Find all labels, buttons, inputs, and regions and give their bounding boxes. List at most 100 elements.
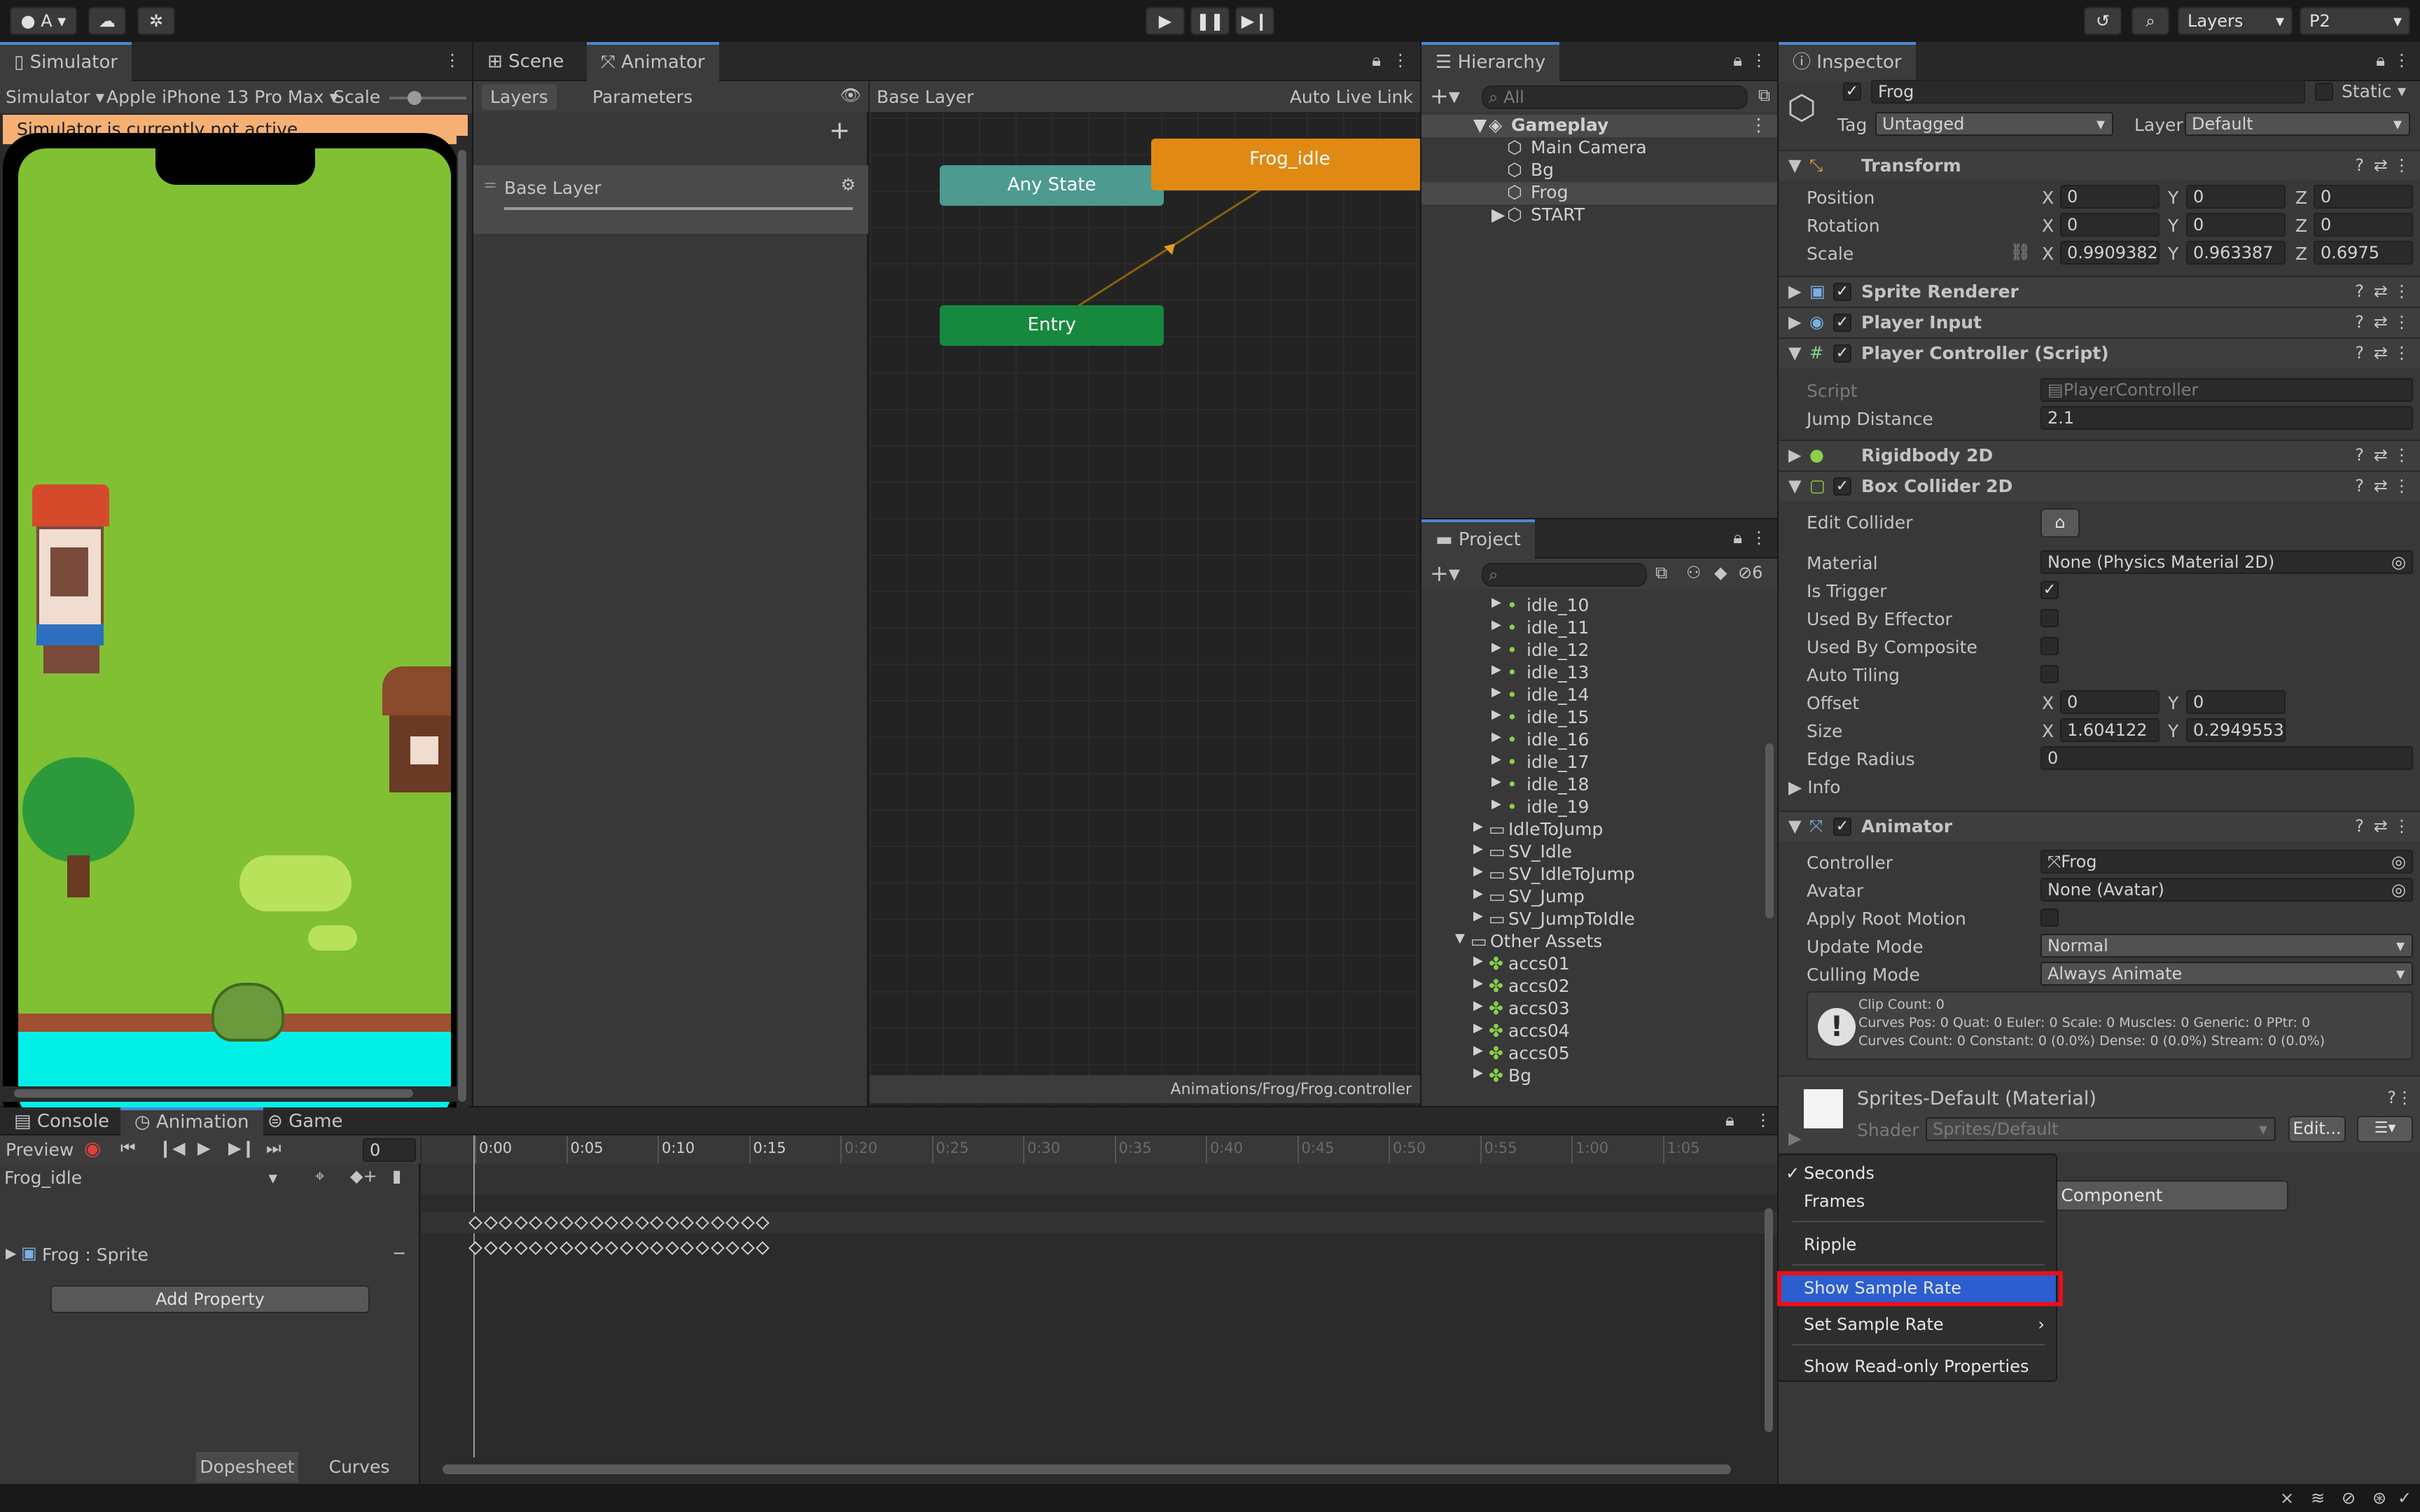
hierarchy-item[interactable]: ▶ ⬡ START [1421,204,1777,227]
default-state-node[interactable]: Frog_idle [1151,139,1420,190]
timeline-ruler[interactable]: 0:00 0:05 0:10 0:15 0:20 0:25 0:30 0:35 0:40 0:45… [422,1135,1777,1163]
chevron-down-icon[interactable]: ▾ [2398,81,2406,101]
jump-distance-field[interactable]: 2.1 [2040,406,2413,430]
offset-y-field[interactable]: 0 [2186,690,2286,714]
keyframe[interactable] [589,1216,604,1230]
any-state-node[interactable]: Any State [940,165,1164,206]
eye-icon[interactable]: 👁︎ [840,85,861,105]
preset-icon[interactable]: ⇄ [2374,343,2388,363]
tab-animator[interactable]: ⤧ Animator [587,42,719,81]
tab-project[interactable]: ▬ Project [1421,519,1535,559]
keyframe[interactable] [604,1241,619,1255]
menu-item-ripple[interactable]: Ripple [1779,1229,2059,1260]
preset-icon[interactable]: ⇄ [2374,155,2388,175]
play-button[interactable]: ▶ [1146,7,1185,35]
project-item[interactable]: ▶ • idle_16 [1421,729,1762,752]
used-by-composite-checkbox[interactable] [2040,637,2059,655]
keyframe[interactable] [483,1241,498,1255]
lock-icon[interactable]: 🔒︎ [2376,50,2385,70]
cache-icon[interactable]: ⊛ [2372,1488,2386,1508]
hierarchy-item[interactable]: ⬡ Bg [1421,160,1777,182]
project-item[interactable]: ▶ ▭ SV_IdleToJump [1421,864,1762,886]
keyframe[interactable] [513,1216,528,1230]
project-item[interactable]: ▶ ▭ SV_Jump [1421,886,1762,909]
project-item[interactable]: ▶ • idle_18 [1421,774,1762,797]
record-icon[interactable]: ◉ [84,1137,101,1160]
more-icon[interactable]: ⋮ [2393,816,2410,836]
rotation-y-field[interactable]: 0 [2186,213,2286,237]
expand-arrow-icon[interactable]: ▼ [1473,115,1487,135]
keyframe[interactable] [620,1241,634,1255]
filter-label-icon[interactable]: ⚇ [1686,563,1702,582]
create-asset-button[interactable]: +▾ [1430,560,1460,587]
more-icon[interactable]: ⋮ [1750,115,1767,135]
keyframe[interactable] [559,1216,573,1230]
tab-layers[interactable]: Layers [482,84,557,110]
keyframe[interactable] [665,1241,679,1255]
keyframe[interactable] [725,1241,740,1255]
keyframe[interactable] [634,1216,649,1230]
project-item[interactable]: ▶ ▭ IdleToJump [1421,819,1762,841]
hierarchy-item[interactable]: ⬡ Main Camera [1421,137,1777,160]
simulator-hscrollbar[interactable] [0,1086,457,1102]
package-icon[interactable]: ⊘ [2342,1488,2356,1508]
menu-item-seconds[interactable]: ✓ Seconds [1779,1158,2059,1189]
more-icon[interactable]: ⋮ [2393,312,2410,332]
scale-x-field[interactable]: 0.9909382 [2060,241,2160,265]
keyframe[interactable] [634,1241,649,1255]
component-enabled-checkbox[interactable]: ✓ [1833,477,1851,496]
foldout-arrow-icon[interactable]: ▼ [1788,343,1801,363]
more-icon[interactable]: ⋮ [2393,343,2410,363]
keyframe[interactable] [725,1216,740,1230]
keyframe[interactable] [620,1216,634,1230]
position-x-field[interactable]: 0 [2060,185,2160,209]
scale-y-field[interactable]: 0.963387 [2186,241,2286,265]
more-icon[interactable]: ⋮ [2393,155,2410,175]
sprite-renderer-header[interactable]: ▶ ▣ ✓ Sprite Renderer ? ⇄ ⋮ [1779,276,2420,307]
project-item[interactable]: ▶ • idle_10 [1421,595,1762,617]
animator-graph[interactable]: Base Layer Auto Live Link Any State Frog… [870,81,1420,1106]
component-enabled-checkbox[interactable]: ✓ [1833,818,1851,836]
position-y-field[interactable]: 0 [2186,185,2286,209]
expand-arrow-icon[interactable]: ▶ [1473,1065,1483,1080]
keyframe[interactable] [529,1241,543,1255]
keyframe[interactable] [544,1216,558,1230]
curves-tab[interactable]: Curves [308,1452,410,1483]
object-picker-icon[interactable]: ◎ [2391,851,2406,872]
keyframe[interactable] [680,1241,695,1255]
scale-slider-handle[interactable] [408,91,422,105]
tab-hierarchy[interactable]: ☰ Hierarchy [1421,42,1560,81]
object-picker-icon[interactable]: ◎ [2391,552,2406,573]
keyframe[interactable] [740,1216,755,1230]
history-button[interactable]: ↺ [2084,7,2122,35]
cloud-button[interactable]: ☁ [88,7,126,35]
project-item[interactable]: ▶ ✤ accs03 [1421,998,1762,1021]
help-icon[interactable]: ? [2355,343,2364,363]
component-enabled-checkbox[interactable]: ✓ [1833,314,1851,332]
keyframe[interactable] [604,1216,619,1230]
entry-node[interactable]: Entry [940,305,1164,346]
project-item[interactable]: ▶ ✤ Bg [1421,1065,1762,1088]
preset-icon[interactable]: ⇄ [2374,445,2388,465]
expand-arrow-icon[interactable]: ▶ [1491,640,1501,654]
scene-search-icon[interactable]: ⧉ [1758,85,1770,105]
project-item[interactable]: ▶ ✤ accs05 [1421,1043,1762,1065]
first-keyframe-icon[interactable]: ⏮ [120,1138,136,1158]
step-button[interactable]: ▶❙ [1235,7,1274,35]
controller-field[interactable]: ⤧Frog ◎ [2040,850,2413,874]
scale-slider-track[interactable] [389,97,466,99]
help-icon[interactable]: ? [2355,281,2364,301]
help-icon[interactable]: ? [2355,816,2364,836]
expand-arrow-icon[interactable]: ▶ [1491,685,1501,699]
preset-icon[interactable]: ⇄ [2374,816,2388,836]
expand-arrow-icon[interactable]: ▶ [1473,1043,1483,1058]
more-icon[interactable]: ⋮ [1751,528,1767,547]
add-event-icon[interactable]: ▮ [392,1166,401,1186]
tag-icon[interactable]: ◆ [1714,563,1727,582]
menu-item-frames[interactable]: Frames [1779,1186,2059,1217]
component-enabled-checkbox[interactable]: ✓ [1833,344,1851,363]
progress-icon[interactable]: ⨯ [2280,1488,2294,1508]
transition-arrow[interactable] [870,81,1420,1061]
more-icon[interactable]: ⋮ [1751,50,1767,70]
project-item[interactable]: ▶ • idle_17 [1421,752,1762,774]
